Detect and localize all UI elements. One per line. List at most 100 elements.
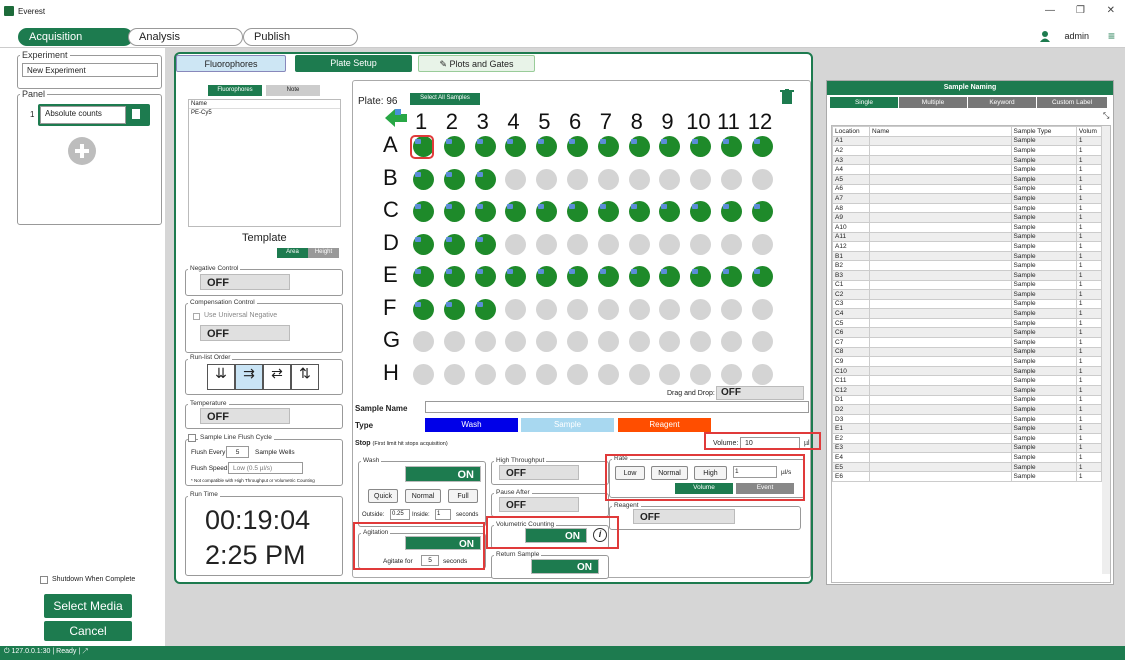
table-cell[interactable]: 1 — [1075, 260, 1103, 271]
table-cell[interactable]: A11 — [832, 231, 871, 243]
type-reagent-button[interactable]: Reagent — [618, 418, 711, 432]
well[interactable] — [505, 201, 527, 222]
table-cell[interactable]: Sample — [1010, 356, 1077, 367]
column-label[interactable]: 4 — [507, 109, 519, 135]
table-row[interactable]: E5 Sample 1 — [832, 461, 1103, 473]
table-cell[interactable]: A9 — [832, 212, 871, 223]
subtab-fluorophores[interactable]: Fluorophores — [176, 55, 286, 72]
well[interactable] — [474, 266, 496, 287]
well[interactable] — [597, 201, 619, 222]
table-cell[interactable] — [869, 202, 1012, 214]
well[interactable] — [567, 331, 588, 352]
well[interactable] — [721, 331, 742, 352]
negative-control-toggle[interactable]: OFF — [200, 274, 290, 290]
table-cell[interactable]: 1 — [1075, 423, 1103, 434]
table-cell[interactable] — [869, 231, 1012, 243]
table-cell[interactable] — [869, 452, 1012, 463]
table-cell[interactable]: 1 — [1075, 442, 1103, 454]
table-cell[interactable]: Sample — [1010, 183, 1077, 195]
well[interactable] — [443, 233, 465, 255]
table-row[interactable]: A6 Sample 1 — [832, 183, 1103, 195]
table-cell[interactable]: Sample — [1010, 154, 1077, 166]
well[interactable] — [751, 168, 773, 190]
well[interactable] — [443, 201, 465, 222]
table-cell[interactable]: Sample — [1010, 433, 1077, 444]
wash-outside-input[interactable]: 0.25 — [390, 509, 410, 520]
table-cell[interactable] — [869, 385, 1012, 396]
table-cell[interactable]: 1 — [1075, 231, 1103, 243]
well[interactable] — [751, 298, 773, 320]
universal-negative-checkbox[interactable] — [193, 313, 200, 320]
table-cell[interactable]: A1 — [832, 135, 871, 147]
row-label[interactable]: H — [383, 360, 399, 386]
table-cell[interactable]: 1 — [1075, 337, 1103, 348]
table-cell[interactable]: 1 — [1075, 193, 1103, 204]
well[interactable] — [721, 266, 742, 287]
well[interactable] — [597, 266, 619, 287]
table-cell[interactable]: C5 — [832, 317, 871, 329]
type-sample-button[interactable]: Sample — [521, 418, 614, 432]
panel-item[interactable]: Absolute counts — [38, 104, 150, 126]
table-cell[interactable]: 1 — [1075, 135, 1103, 147]
table-cell[interactable]: 1 — [1075, 356, 1103, 367]
column-label[interactable]: 6 — [569, 109, 581, 135]
table-cell[interactable]: A6 — [832, 183, 871, 195]
table-cell[interactable]: 1 — [1075, 202, 1103, 214]
well[interactable] — [567, 136, 588, 157]
table-cell[interactable] — [869, 461, 1012, 473]
table-cell[interactable]: Sample — [1010, 461, 1077, 473]
runlist-right-icon[interactable]: ⇉ — [235, 364, 263, 390]
tab-note[interactable]: Note — [266, 85, 320, 96]
table-cell[interactable]: E5 — [832, 461, 871, 473]
table-row[interactable]: E6 Sample 1 — [832, 471, 1103, 482]
table-cell[interactable]: A4 — [832, 164, 871, 175]
well[interactable] — [690, 363, 712, 385]
select-all-samples-button[interactable]: Select All Samples — [410, 93, 480, 105]
table-cell[interactable]: E4 — [832, 452, 871, 463]
well[interactable] — [474, 233, 496, 255]
table-cell[interactable] — [869, 346, 1012, 358]
well[interactable] — [628, 298, 650, 320]
table-row[interactable]: A12 Sample 1 — [832, 241, 1103, 252]
table-row[interactable]: C5 Sample 1 — [832, 317, 1103, 329]
high-throughput-toggle[interactable]: OFF — [499, 465, 579, 480]
well[interactable] — [536, 136, 558, 157]
table-cell[interactable]: Sample — [1010, 327, 1077, 339]
well[interactable] — [628, 363, 650, 385]
table-cell[interactable]: Sample — [1010, 442, 1077, 454]
well[interactable] — [721, 136, 742, 157]
flush-checkbox[interactable] — [188, 434, 196, 442]
table-row[interactable]: C1 Sample 1 — [832, 279, 1103, 291]
well[interactable] — [536, 331, 558, 352]
table-cell[interactable]: 1 — [1075, 145, 1103, 156]
well[interactable] — [505, 136, 527, 157]
table-row[interactable]: A9 Sample 1 — [832, 212, 1103, 223]
wash-quick-button[interactable]: Quick — [368, 489, 398, 503]
well[interactable] — [413, 298, 434, 320]
runlist-snake-icon[interactable]: ⇄ — [263, 364, 291, 390]
table-cell[interactable]: 1 — [1075, 461, 1103, 473]
well[interactable] — [751, 233, 773, 255]
table-cell[interactable]: C4 — [832, 308, 871, 319]
table-cell[interactable]: Sample — [1010, 269, 1077, 281]
column-label[interactable]: 7 — [600, 109, 612, 135]
table-row[interactable]: B3 Sample 1 — [832, 269, 1103, 281]
table-cell[interactable]: 1 — [1075, 413, 1103, 425]
table-row[interactable]: A5 Sample 1 — [832, 173, 1103, 185]
well[interactable] — [413, 331, 434, 352]
table-cell[interactable] — [869, 404, 1012, 415]
table-row[interactable]: C3 Sample 1 — [832, 298, 1103, 310]
table-scrollbar[interactable] — [1102, 126, 1110, 574]
table-cell[interactable] — [869, 164, 1012, 175]
table-cell[interactable]: E3 — [832, 442, 871, 454]
table-cell[interactable] — [869, 145, 1012, 156]
row-label[interactable]: A — [383, 132, 398, 158]
table-cell[interactable] — [869, 221, 1012, 233]
runlist-down-icon[interactable]: ⇊ — [207, 364, 235, 390]
table-cell[interactable]: Sample — [1010, 164, 1077, 175]
well[interactable] — [474, 331, 496, 352]
subtab-plots-gates[interactable]: ✎ Plots and Gates — [418, 55, 535, 72]
well[interactable] — [690, 136, 712, 157]
table-cell[interactable]: C7 — [832, 337, 871, 348]
table-cell[interactable]: 1 — [1075, 308, 1103, 319]
